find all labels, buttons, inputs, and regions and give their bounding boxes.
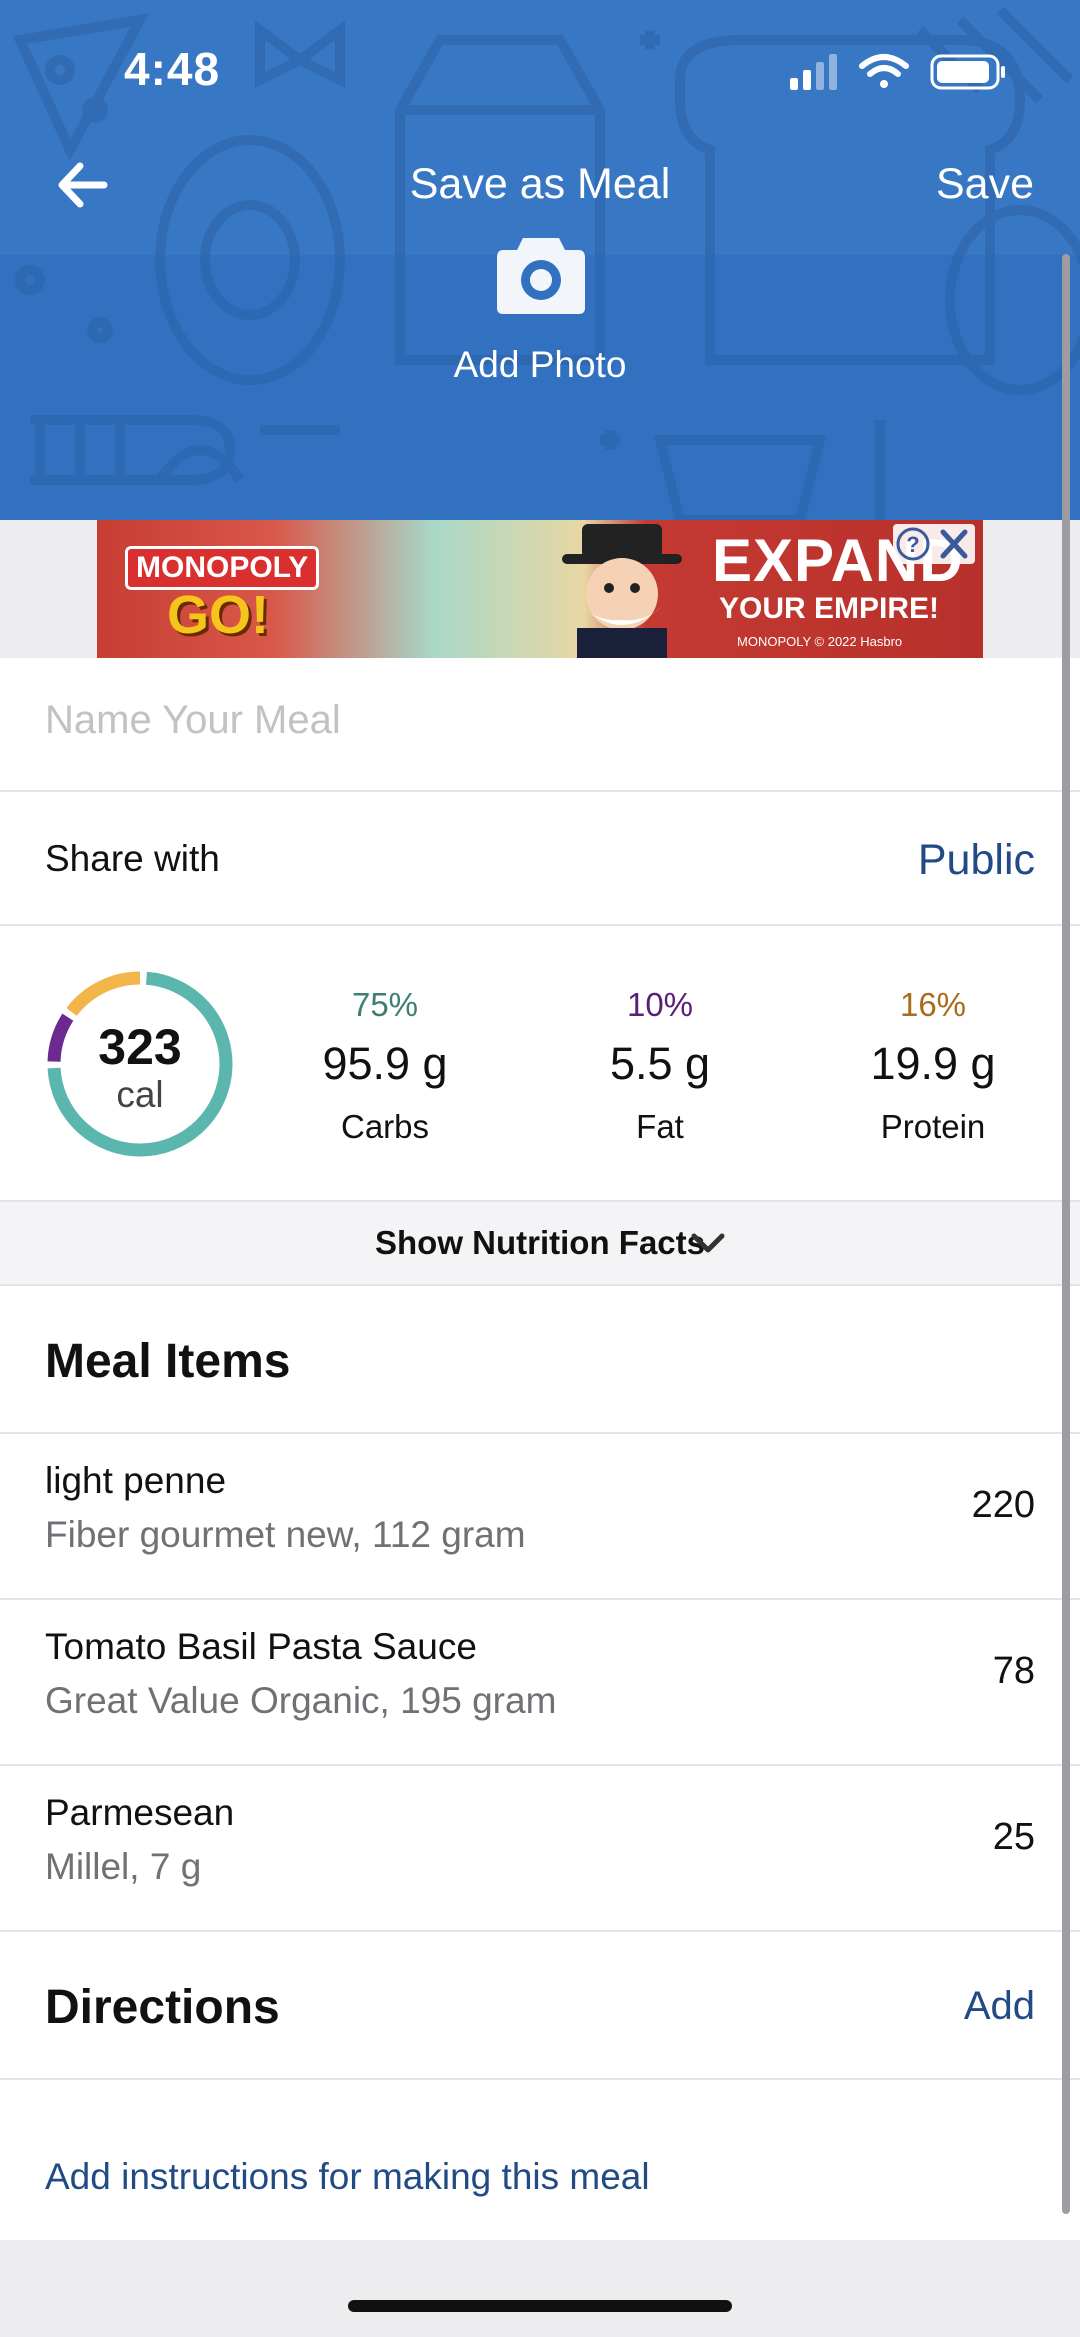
wifi-icon <box>859 54 909 88</box>
meal-name-row <box>0 658 1080 792</box>
protein-percent: 16% <box>899 986 967 1023</box>
fat-label: Fat <box>636 1108 684 1145</box>
home-indicator[interactable] <box>348 2300 732 2312</box>
share-row[interactable]: Share with Public <box>0 792 1080 926</box>
meal-name-input[interactable] <box>45 698 1035 743</box>
ad-subline: YOUR EMPIRE! <box>719 592 940 625</box>
status-time: 4:48 <box>124 43 221 95</box>
meal-item-row[interactable]: light penne Fiber gourmet new, 112 gram … <box>0 1434 1080 1600</box>
battery-icon <box>930 54 1005 90</box>
scrollbar[interactable] <box>1062 254 1070 2214</box>
page-title: Save as Meal <box>409 160 671 208</box>
add-photo-label[interactable]: Add Photo <box>0 344 1080 386</box>
meal-item-name: light penne <box>45 1460 227 1501</box>
status-icons <box>790 54 1005 90</box>
instructions-row: Add instructions for making this meal <box>0 2080 1080 2240</box>
directions-header: Directions Add <box>0 1932 1080 2080</box>
meal-item-name: Parmesean <box>45 1792 235 1833</box>
signal-icon <box>790 54 837 90</box>
meal-item-calories: 25 <box>992 1816 1035 1858</box>
ad-close-icon[interactable]: ? <box>893 524 975 564</box>
carbs-label: Carbs <box>340 1108 430 1145</box>
nutrition-facts-label: Show Nutrition Facts <box>375 1224 705 1261</box>
carbs-grams: 95.9 g <box>322 1038 448 1089</box>
meal-item-detail: Millel, 7 g <box>45 1846 202 1887</box>
add-instructions-link[interactable]: Add instructions for making this meal <box>45 2156 650 2198</box>
meal-item-detail: Fiber gourmet new, 112 gram <box>45 1514 526 1555</box>
camera-icon[interactable] <box>495 232 587 316</box>
meal-item-detail: Great Value Organic, 195 gram <box>45 1680 557 1721</box>
add-directions-button[interactable]: Add <box>964 1984 1035 2029</box>
macro-fat: 10% 5.5 g Fat <box>550 926 770 1146</box>
meal-items-header: Meal Items <box>0 1286 1080 1434</box>
fat-grams: 5.5 g <box>609 1038 711 1089</box>
ad-brand-logo-go: GO! <box>167 585 269 645</box>
macro-summary: 323 cal 75% 95.9 g Carbs 10% 5.5 g Fat 1… <box>0 926 1080 1202</box>
protein-label: Protein <box>880 1108 986 1145</box>
protein-grams: 19.9 g <box>870 1038 996 1089</box>
ad-mascot-image <box>562 524 682 658</box>
meal-form: Share with Public 323 cal 75% 95.9 g Car… <box>0 658 1080 2240</box>
macro-protein: 16% 19.9 g Protein <box>823 926 1043 1146</box>
meal-items-title: Meal Items <box>45 1335 291 1388</box>
meal-item-calories: 78 <box>992 1650 1035 1692</box>
carbs-percent: 75% <box>351 986 419 1023</box>
ring-segment-protein <box>66 971 141 1016</box>
show-nutrition-facts-toggle[interactable]: Show Nutrition Facts <box>0 1202 1080 1286</box>
meal-item-row[interactable]: Tomato Basil Pasta Sauce Great Value Org… <box>0 1600 1080 1766</box>
share-visibility-button[interactable]: Public <box>918 836 1035 885</box>
directions-title: Directions <box>45 1981 280 2034</box>
fat-percent: 10% <box>626 986 694 1023</box>
share-label: Share with <box>45 838 220 879</box>
calories-value: 323 <box>98 1019 182 1075</box>
save-button[interactable]: Save <box>936 160 1034 209</box>
chevron-down-icon <box>691 1233 725 1253</box>
svg-text:?: ? <box>906 532 919 557</box>
meal-item-name: Tomato Basil Pasta Sauce <box>45 1626 477 1667</box>
ad-banner[interactable]: MONOPOLY GO! EXPAND YOUR EMPIRE! MONOPOL… <box>97 520 983 658</box>
ad-legal: MONOPOLY © 2022 Hasbro <box>737 634 903 649</box>
header: 4:48 Save as Meal Save Add Photo <box>0 0 1080 520</box>
calories-unit: cal <box>116 1074 164 1115</box>
meal-item-calories: 220 <box>971 1484 1035 1526</box>
ad-banner-container: MONOPOLY GO! EXPAND YOUR EMPIRE! MONOPOL… <box>0 520 1080 658</box>
macro-carbs: 75% 95.9 g Carbs <box>275 926 495 1146</box>
meal-item-row[interactable]: Parmesean Millel, 7 g 25 <box>0 1766 1080 1932</box>
